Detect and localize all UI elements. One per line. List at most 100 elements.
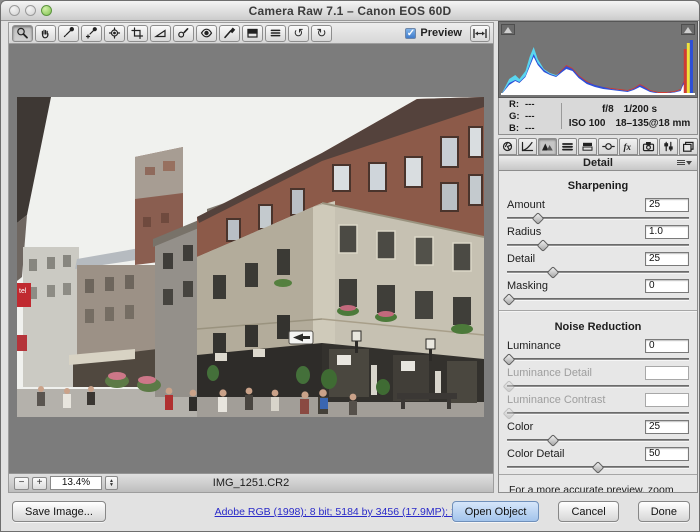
zoom-out-button[interactable]: −: [14, 476, 29, 490]
magnifier-icon: [16, 27, 29, 39]
photo-preview[interactable]: tel: [17, 97, 484, 417]
luminance-detail-slider-track: [502, 380, 689, 393]
tab-basic[interactable]: [498, 138, 518, 155]
adjustment-tab-strip: fx: [498, 138, 698, 155]
zoom-window-button[interactable]: [41, 5, 52, 16]
tab-hsl-grayscale[interactable]: [558, 138, 578, 155]
split-icon: [581, 141, 594, 152]
color-slider-track[interactable]: [507, 434, 689, 447]
zoom-tool[interactable]: [12, 24, 33, 42]
targeted-adjustment-tool[interactable]: [104, 24, 125, 42]
masking-slider-thumb[interactable]: [502, 293, 516, 306]
color-detail-slider-track[interactable]: [507, 461, 689, 474]
tab-presets[interactable]: [658, 138, 678, 155]
amount-value-field[interactable]: 25: [645, 198, 689, 212]
left-pane: ↺ ↻ ✓ Preview tel − + 13.4% ▲ ▼ IMG_1251…: [8, 22, 494, 493]
rgb-readout: R: --- G: --- B: ---: [509, 98, 535, 134]
amount-slider-track[interactable]: [507, 212, 689, 225]
close-window-button[interactable]: [9, 5, 20, 16]
aperture-value: f/8: [601, 103, 614, 115]
color-detail-value-field[interactable]: 50: [645, 447, 689, 461]
red-eye-icon: [200, 27, 213, 39]
detail-panel-body: Sharpening Amount 25 Radius 1.0 Detail 2…: [498, 171, 698, 493]
radius-slider-thumb[interactable]: [537, 239, 550, 252]
radius-slider-track[interactable]: [507, 239, 689, 252]
graduated-filter-tool[interactable]: [242, 24, 263, 42]
open-object-button[interactable]: Open Object: [451, 501, 540, 522]
radius-value-field[interactable]: 1.0: [645, 225, 689, 239]
luminance-slider-thumb[interactable]: [502, 353, 516, 366]
highlight-clipping-warning-button[interactable]: [681, 24, 695, 35]
luminance-contrast-label: Luminance Contrast: [507, 394, 606, 406]
eyedropper-plus-icon: [85, 27, 98, 39]
luminance-label: Luminance: [507, 340, 561, 352]
luminance-slider-track[interactable]: [502, 353, 689, 366]
spot-removal-tool[interactable]: [173, 24, 194, 42]
luminance-value-field[interactable]: 0: [645, 339, 689, 353]
hand-tool[interactable]: [35, 24, 56, 42]
zoom-in-button[interactable]: +: [32, 476, 47, 490]
shadow-clipping-warning-button[interactable]: [501, 24, 515, 35]
detail-value-field[interactable]: 25: [645, 252, 689, 266]
minimize-window-button[interactable]: [25, 5, 36, 16]
adjustment-brush-tool[interactable]: [219, 24, 240, 42]
rotate-ccw-button[interactable]: ↺: [288, 24, 309, 42]
tab-effects[interactable]: fx: [618, 138, 638, 155]
tab-camera-calibration[interactable]: [638, 138, 658, 155]
preferences-button[interactable]: [265, 24, 286, 42]
color-slider-thumb[interactable]: [546, 434, 559, 447]
white-balance-tool[interactable]: [58, 24, 79, 42]
image-preview-area[interactable]: tel − + 13.4% ▲ ▼ IMG_1251.CR2: [8, 44, 494, 493]
shutter-value: 1/200 s: [623, 103, 658, 115]
title-bar: Camera Raw 7.1 – Canon EOS 60D: [1, 1, 699, 21]
camera-raw-window: Camera Raw 7.1 – Canon EOS 60D ↺ ↻ ✓ Prev…: [0, 0, 700, 532]
masking-slider-track[interactable]: [502, 293, 689, 306]
panel-title: Detail: [583, 157, 613, 169]
color-sampler-tool[interactable]: [81, 24, 102, 42]
crop-tool[interactable]: [127, 24, 148, 42]
detail-slider-row: Detail 25: [507, 252, 689, 279]
radius-label: Radius: [507, 226, 542, 238]
toolbar: ↺ ↻ ✓ Preview: [8, 22, 494, 44]
masking-slider-row: Masking 0: [502, 279, 689, 306]
luminance-contrast-slider-thumb: [502, 407, 516, 420]
masking-value-field[interactable]: 0: [645, 279, 689, 293]
panel-menu-icon[interactable]: [677, 160, 692, 165]
workflow-options-link[interactable]: Adobe RGB (1998); 8 bit; 5184 by 3456 (1…: [215, 506, 486, 518]
detail-slider-thumb[interactable]: [546, 266, 559, 279]
straighten-tool[interactable]: [150, 24, 171, 42]
fx-icon: fx: [622, 141, 635, 152]
rotate-ccw-icon: ↺: [293, 26, 304, 40]
preview-checkbox[interactable]: ✓: [405, 27, 417, 39]
luminance-contrast-value-field: [645, 393, 689, 407]
color-detail-slider-row: Color Detail 50: [507, 447, 689, 474]
status-bar: − + 13.4% ▲ ▼ IMG_1251.CR2: [9, 473, 493, 492]
luminance-detail-value-field: [645, 366, 689, 380]
amount-slider-thumb[interactable]: [531, 212, 545, 225]
luminance-detail-slider-thumb: [502, 380, 516, 393]
hotel-sign-text: tel: [19, 288, 27, 295]
zoom-level-field[interactable]: 13.4%: [50, 476, 102, 490]
preview-toggle[interactable]: ✓ Preview: [405, 27, 462, 39]
luminance-contrast-slider-track: [502, 407, 689, 420]
tab-detail[interactable]: [538, 138, 558, 155]
detail-slider-track[interactable]: [507, 266, 689, 279]
save-image-button[interactable]: Save Image...: [12, 501, 106, 522]
curve-icon: [521, 141, 534, 152]
rotate-cw-button[interactable]: ↻: [311, 24, 332, 42]
red-eye-tool[interactable]: [196, 24, 217, 42]
color-detail-slider-thumb[interactable]: [591, 461, 605, 474]
zoom-level-stepper[interactable]: ▲ ▼: [105, 476, 118, 490]
fullscreen-toggle-button[interactable]: [470, 24, 490, 42]
tab-lens-corrections[interactable]: [598, 138, 618, 155]
tab-tone-curve[interactable]: [518, 138, 538, 155]
color-value-field[interactable]: 25: [645, 420, 689, 434]
cancel-button[interactable]: Cancel: [558, 501, 619, 522]
done-button[interactable]: Done: [637, 501, 690, 522]
eyedropper-icon: [62, 27, 75, 39]
lens-icon: [601, 141, 615, 152]
tab-split-toning[interactable]: [578, 138, 598, 155]
luminance-detail-label: Luminance Detail: [507, 367, 592, 379]
tab-snapshots[interactable]: [678, 138, 698, 155]
basic-icon: [501, 141, 514, 152]
